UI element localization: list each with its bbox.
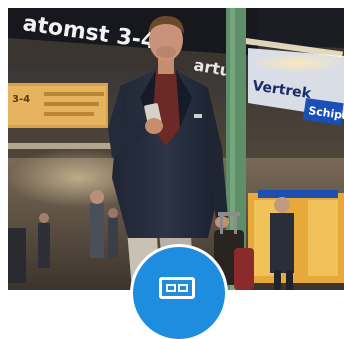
card-icon xyxy=(159,277,195,299)
image-frame: atomst 3-4 artu Vertrek Schiph 3-4 xyxy=(0,0,344,339)
card-badge xyxy=(133,247,225,339)
left-board-text: 3-4 xyxy=(12,94,30,105)
